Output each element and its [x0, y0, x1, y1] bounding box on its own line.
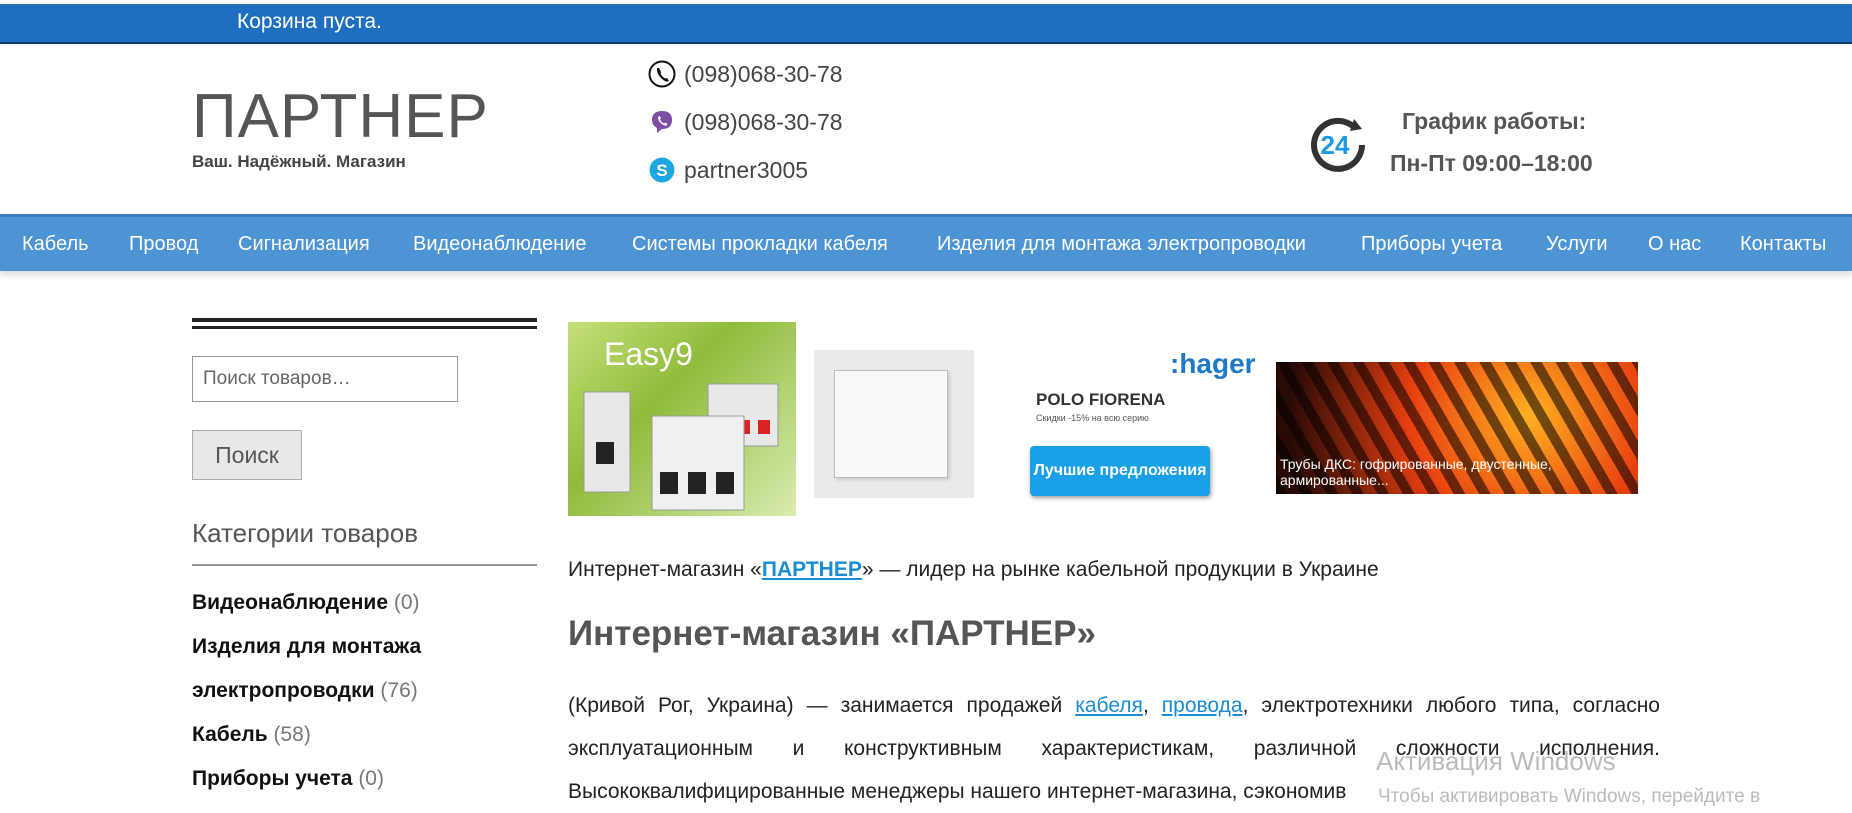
intro-after: » — лидер на рынке кабельной продукции в… [861, 558, 1379, 581]
categories-title: Категории товаров [192, 518, 419, 548]
category-name[interactable]: электропроводки [192, 679, 375, 702]
category-name[interactable]: Кабель [192, 723, 268, 746]
viber-number[interactable]: (098)068-30-78 [684, 109, 843, 136]
nav-item-cable-routing[interactable]: Системы прокладки кабеля [632, 233, 888, 256]
viber-contact: (098)068-30-78 [648, 108, 843, 136]
best-offers-button[interactable]: Лучшие предложения [1030, 446, 1210, 496]
wire-link[interactable]: провода [1162, 694, 1243, 717]
skype-contact: S partner3005 [648, 156, 808, 184]
hager-logo: :hager [1170, 348, 1256, 379]
nav-item-meters[interactable]: Приборы учета [1361, 233, 1502, 256]
banner-dks-pipes[interactable]: Трубы ДКС: гофрированные, двустенные, ар… [1276, 362, 1638, 494]
intro-before: Интернет-магазин « [568, 558, 762, 581]
search-input[interactable] [192, 356, 458, 402]
windows-activation-title: Активация Windows [1376, 746, 1616, 776]
category-count: (0) [358, 767, 384, 790]
skype-username[interactable]: partner3005 [684, 157, 808, 184]
category-item[interactable]: электропроводки (76) [192, 679, 418, 703]
nav-item-contacts[interactable]: Контакты [1740, 233, 1826, 256]
phone-icon [648, 60, 676, 88]
category-count: (0) [393, 591, 420, 614]
nav-item-about[interactable]: О нас [1648, 233, 1701, 256]
category-item[interactable]: Видеонаблюдение (0) [192, 591, 420, 615]
windows-activation-text: Чтобы активировать Windows, перейдите в [1378, 786, 1761, 807]
top-bar: Корзина пуста. [0, 4, 1852, 44]
nav-item-wire[interactable]: Провод [129, 233, 198, 256]
cart-status[interactable]: Корзина пуста. [237, 10, 382, 34]
light-switch-image [834, 370, 948, 478]
banner-easy9-title: Easy9 [604, 336, 693, 372]
partner-link[interactable]: ПАРТНЕР [762, 558, 862, 581]
intro-text: Интернет-магазин «ПАРТНЕР» — лидер на ры… [568, 558, 1379, 582]
nav-item-wiring-products[interactable]: Изделия для монтажа электропроводки [937, 233, 1306, 256]
banner-product: POLO FIORENA [1036, 390, 1166, 409]
banner-discount: Скидки -15% на всю серию [1036, 413, 1149, 423]
nav-item-services[interactable]: Услуги [1546, 233, 1608, 256]
category-name[interactable]: Изделия для монтажа [192, 635, 421, 658]
nav-item-alarm[interactable]: Сигнализация [238, 233, 370, 256]
site-tagline: Ваш. Надёжный. Магазин [192, 152, 406, 171]
nav-item-cable[interactable]: Кабель [22, 233, 89, 256]
category-count: (76) [380, 679, 418, 702]
category-item[interactable]: Изделия для монтажа [192, 635, 421, 659]
category-name[interactable]: Приборы учета [192, 767, 352, 790]
svg-text:S: S [656, 161, 667, 180]
nav-item-video[interactable]: Видеонаблюдение [413, 233, 587, 256]
phone-contact: (098)068-30-78 [648, 60, 843, 88]
skype-icon: S [649, 157, 675, 183]
para-start: (Кривой Рог, Украина) — занимается прода… [568, 694, 1076, 717]
phone-number[interactable]: (098)068-30-78 [684, 61, 843, 88]
page-heading: Интернет-магазин «ПАРТНЕР» [568, 614, 1096, 653]
category-item[interactable]: Приборы учета (0) [192, 767, 384, 791]
cable-link[interactable]: кабеля [1075, 694, 1143, 717]
search-button[interactable]: Поиск [192, 430, 302, 480]
site-logo[interactable]: ПАРТНЕР [192, 82, 489, 152]
banner-caption: Трубы ДКС: гофрированные, двустенные, ар… [1280, 456, 1552, 488]
banner-hager[interactable]: :hager POLO FIORENA Скидки -15% на всю с… [1030, 340, 1260, 505]
clock-24-icon: 24 [1311, 117, 1365, 172]
schedule-title: График работы: [1402, 108, 1587, 134]
banner-easy9[interactable]: Easy9 [568, 322, 796, 516]
banner-switch[interactable] [814, 350, 974, 498]
categories-divider [192, 564, 537, 566]
sidebar-divider [192, 318, 537, 329]
circuit-breakers-image [583, 383, 779, 511]
category-item[interactable]: Кабель (58) [192, 723, 311, 747]
para-sep: , [1142, 694, 1162, 717]
schedule-hours: Пн-Пт 09:00–18:00 [1390, 150, 1593, 176]
clock-badge: 24 [1321, 130, 1350, 160]
category-count: (58) [273, 723, 311, 746]
viber-icon [652, 111, 672, 133]
main-nav: Кабель Провод Сигнализация Видеонаблюден… [0, 214, 1852, 271]
category-name[interactable]: Видеонаблюдение [192, 591, 388, 614]
